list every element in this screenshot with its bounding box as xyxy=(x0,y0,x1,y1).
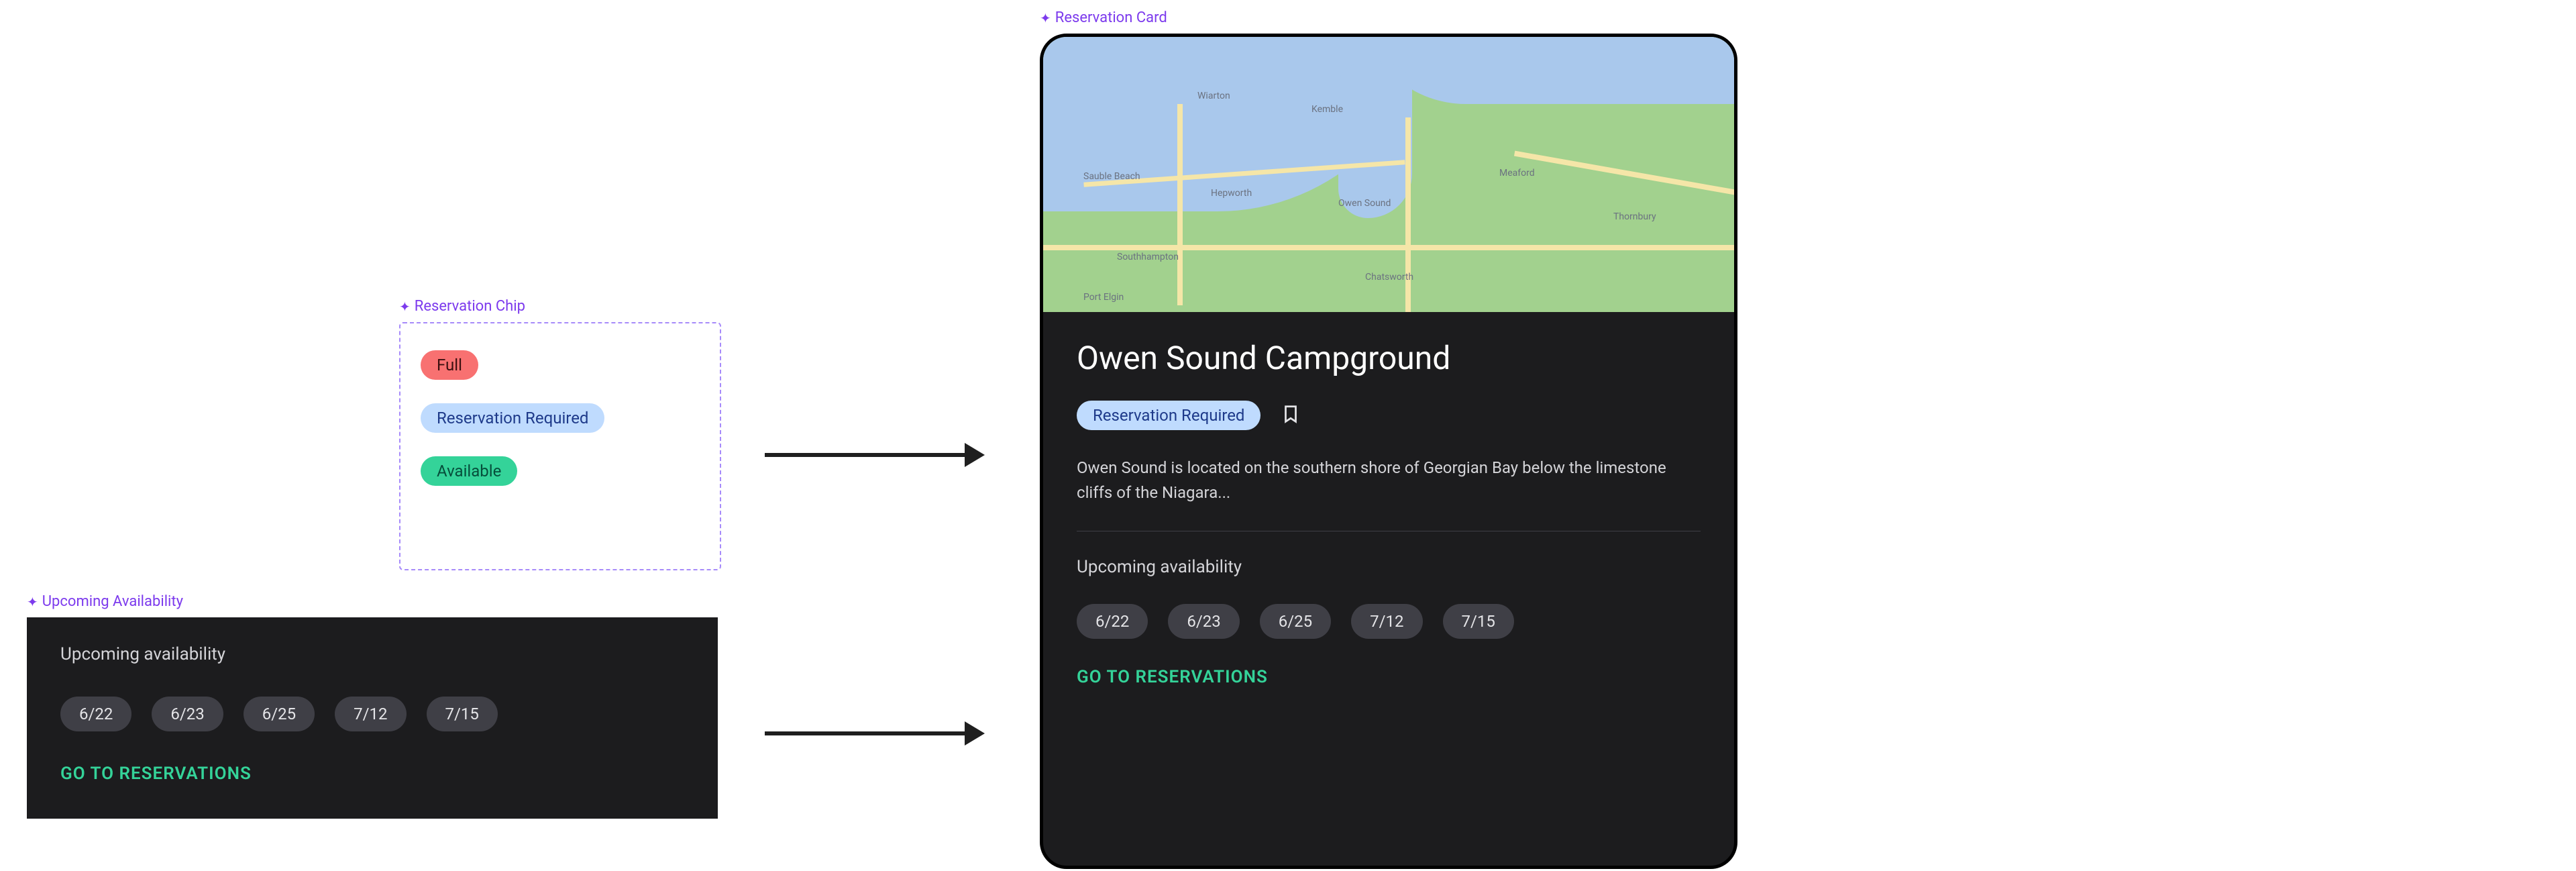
date-label: 6/25 xyxy=(262,705,296,723)
card-date-row: 6/22 6/23 6/25 7/12 7/15 xyxy=(1077,604,1701,639)
date-chip[interactable]: 7/15 xyxy=(427,697,498,731)
status-chip[interactable]: Reservation Required xyxy=(1077,401,1260,430)
map-place-label: Southhampton xyxy=(1117,252,1179,262)
date-chip[interactable]: 7/12 xyxy=(1351,604,1422,639)
map-place-label: Owen Sound xyxy=(1338,198,1391,209)
map-place-label: Meaford xyxy=(1499,168,1535,178)
chip-label: Available xyxy=(437,463,501,479)
date-chip[interactable]: 6/25 xyxy=(1260,604,1331,639)
date-label: 6/23 xyxy=(170,705,204,723)
map-place-label: Thornbury xyxy=(1613,211,1656,222)
go-to-reservations-link[interactable]: GO TO RESERVATIONS xyxy=(1077,667,1701,687)
card-status-row: Reservation Required xyxy=(1077,401,1701,430)
arrow-icon xyxy=(765,721,985,746)
card-description: Owen Sound is located on the southern sh… xyxy=(1077,456,1701,505)
date-row: 6/22 6/23 6/25 7/12 7/15 xyxy=(60,697,684,731)
map-place-label: Wiarton xyxy=(1197,91,1230,101)
date-label: 7/12 xyxy=(354,705,387,723)
date-label: 7/15 xyxy=(1462,612,1495,631)
date-label: 6/22 xyxy=(79,705,113,723)
chip-full[interactable]: Full xyxy=(421,350,478,380)
cta-label: GO TO RESERVATIONS xyxy=(60,764,252,784)
date-chip[interactable]: 6/23 xyxy=(1168,604,1239,639)
map-place-label: Hepworth xyxy=(1211,188,1252,199)
date-label: 6/22 xyxy=(1095,612,1129,631)
date-label: 7/12 xyxy=(1370,612,1403,631)
date-chip[interactable]: 6/25 xyxy=(244,697,315,731)
date-label: 6/23 xyxy=(1187,612,1220,631)
annotation-label: Upcoming Availability xyxy=(42,593,183,610)
annotation-label: Reservation Chip xyxy=(415,298,525,315)
date-chip[interactable]: 7/12 xyxy=(335,697,406,731)
sparkle-icon: ✦ xyxy=(399,300,411,313)
map-place-label: Sauble Beach xyxy=(1083,171,1140,182)
date-chip[interactable]: 6/23 xyxy=(152,697,223,731)
reservation-chip-group: Full Reservation Required Available xyxy=(399,322,721,570)
map-image[interactable]: Wiarton Kemble Sauble Beach Hepworth Owe… xyxy=(1043,37,1734,312)
annotation-upcoming-availability: ✦ Upcoming Availability xyxy=(27,593,183,610)
date-label: 6/25 xyxy=(1279,612,1312,631)
date-chip[interactable]: 6/22 xyxy=(1077,604,1148,639)
date-chip[interactable]: 7/15 xyxy=(1443,604,1514,639)
card-upcoming-title: Upcoming availability xyxy=(1077,557,1701,577)
chip-label: Reservation Required xyxy=(1093,407,1244,423)
arrow-icon xyxy=(765,443,985,467)
upcoming-title: Upcoming availability xyxy=(60,644,684,664)
map-place-label: Chatsworth xyxy=(1365,272,1413,283)
go-to-reservations-link[interactable]: GO TO RESERVATIONS xyxy=(60,764,684,784)
sparkle-icon: ✦ xyxy=(1040,11,1051,25)
annotation-label: Reservation Card xyxy=(1055,9,1167,26)
annotation-reservation-chip: ✦ Reservation Chip xyxy=(399,298,525,315)
card-title: Owen Sound Campground xyxy=(1077,339,1701,377)
sparkle-icon: ✦ xyxy=(27,595,38,609)
map-place-label: Port Elgin xyxy=(1083,292,1124,303)
map-place-label: Kemble xyxy=(1311,104,1343,115)
bookmark-icon[interactable] xyxy=(1281,404,1301,427)
date-chip[interactable]: 6/22 xyxy=(60,697,131,731)
date-label: 7/15 xyxy=(445,705,479,723)
chip-available[interactable]: Available xyxy=(421,456,517,486)
chip-reservation-required[interactable]: Reservation Required xyxy=(421,403,604,433)
chip-label: Full xyxy=(437,357,462,373)
cta-label: GO TO RESERVATIONS xyxy=(1077,667,1268,687)
chip-label: Reservation Required xyxy=(437,410,588,426)
reservation-card: Wiarton Kemble Sauble Beach Hepworth Owe… xyxy=(1040,34,1737,869)
annotation-reservation-card: ✦ Reservation Card xyxy=(1040,9,1167,26)
upcoming-availability-panel: Upcoming availability 6/22 6/23 6/25 7/1… xyxy=(27,617,718,819)
